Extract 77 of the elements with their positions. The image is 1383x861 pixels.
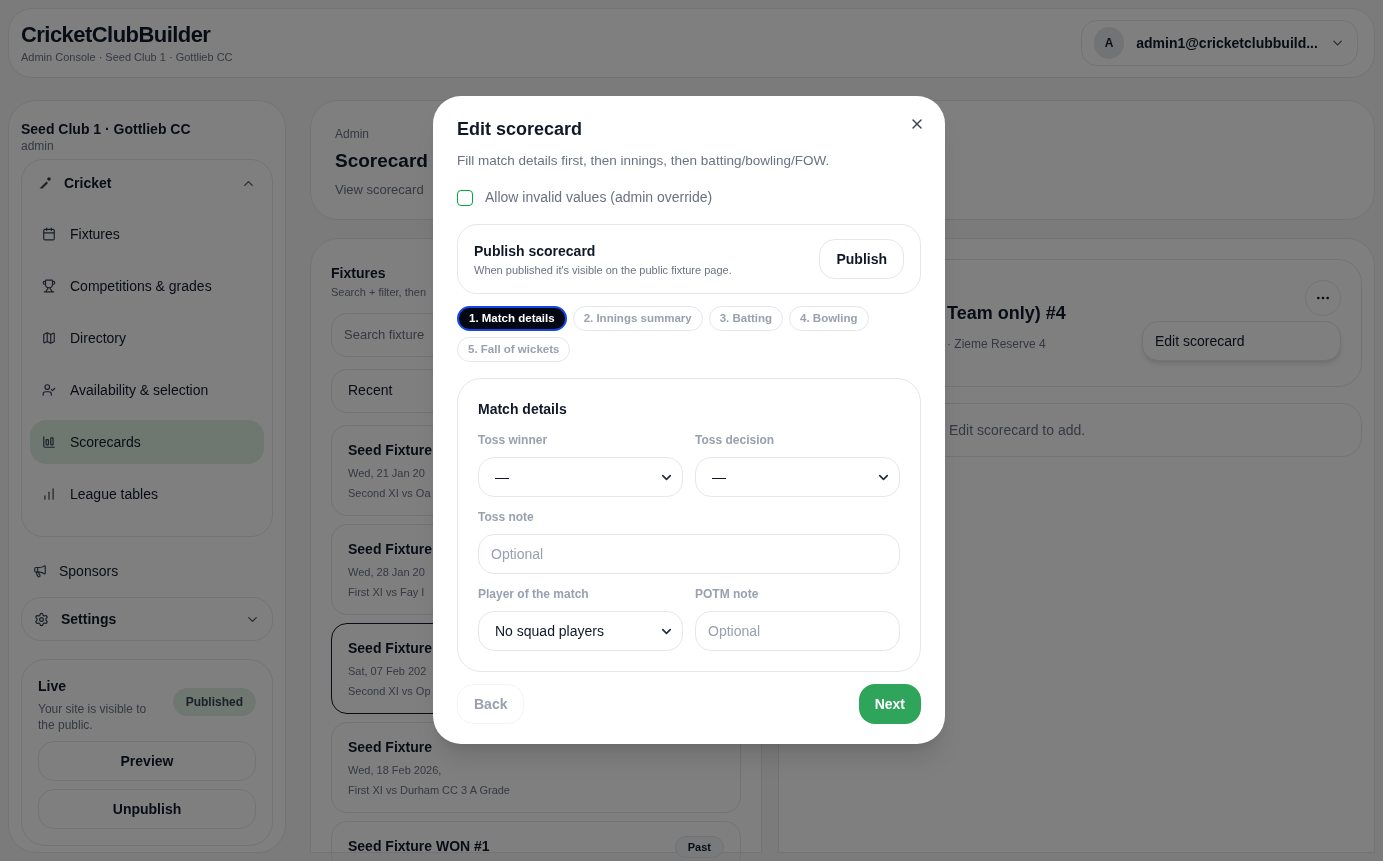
select-field[interactable]: — [478, 457, 683, 498]
role-label: admin [21, 138, 55, 155]
fixture-teams: Second XI vs Op [348, 683, 431, 699]
app-subtitle: Admin Console · Seed Club 1 · Gottlieb CC [21, 49, 233, 65]
fixture-title: Seed Fixture WON #1 [348, 837, 490, 857]
next-button[interactable]: Next [858, 684, 921, 725]
field-label: Toss decision [695, 432, 775, 450]
fixture-date: Wed, 28 Jan 20 [348, 564, 425, 580]
nav-item[interactable]: Sponsors [21, 549, 273, 593]
fixture-heading: Team only) #4 [947, 302, 1066, 325]
page-title: Scorecard [335, 149, 428, 173]
fixture-teams: First XI vs Fay I [348, 584, 425, 600]
page-eyebrow: Admin [335, 126, 369, 143]
fixture-teams: First XI vs Durham CC 3 A Grade [348, 782, 510, 798]
nav-item[interactable]: Competitions & grades [30, 264, 264, 308]
fixture-title: Seed Fixture [348, 539, 433, 559]
trophy-icon [42, 279, 56, 293]
fixture-date: Wed, 18 Feb 2026, [348, 762, 442, 778]
live-title: Live [38, 677, 67, 696]
step-tab[interactable]: 5. Fall of wickets [457, 337, 571, 363]
field-label: POTM note [695, 586, 759, 604]
step-tab[interactable]: 1. Match details [457, 306, 567, 332]
fixture-title: Seed Fixture [348, 440, 433, 460]
input-field[interactable]: Optional [478, 534, 900, 575]
user-email: admin1@cricketclubbuild... [1136, 33, 1318, 53]
megaphone-icon [33, 564, 47, 578]
nav-item[interactable]: Scorecards [30, 420, 264, 464]
field-label: Player of the match [478, 586, 589, 604]
settings-icon [34, 611, 49, 627]
bar-chart-icon [42, 487, 56, 501]
status-badge: Past [674, 835, 724, 858]
fixture-title: Seed Fixture [348, 638, 433, 658]
nav-item[interactable]: League tables [30, 472, 264, 516]
app-title: CricketClubBuilder [21, 20, 212, 49]
fixture-card[interactable]: Seed Fixture WON #1 Past [331, 820, 741, 861]
step-tab[interactable]: 2. Innings summary [572, 306, 703, 332]
input-field[interactable]: Optional [695, 611, 900, 652]
nav-group-header[interactable]: Cricket [30, 168, 264, 198]
club-name: Seed Club 1 · Gottlieb CC [21, 121, 192, 137]
fixture-date: Sat, 07 Feb 202 [348, 663, 427, 679]
modal-title: Edit scorecard [457, 118, 583, 141]
calendar-icon [42, 227, 56, 241]
sidebar-button[interactable]: Unpublish [38, 789, 256, 829]
publish-text: When published it's visible on the public fixture page. [474, 262, 732, 278]
map-icon [42, 331, 56, 345]
nav-item[interactable]: Directory [30, 316, 264, 360]
user-menu[interactable]: A admin1@cricketclubbuild... [1081, 20, 1358, 66]
dropdown-item[interactable]: Edit scorecard [1142, 321, 1341, 361]
panel-subtitle: Search + filter, then [331, 285, 427, 300]
panel-title: Fixtures [331, 264, 386, 283]
step-tab[interactable]: 3. Batting [708, 306, 784, 332]
select-field[interactable]: — [695, 457, 900, 498]
checkbox[interactable] [457, 189, 473, 206]
sidebar-button[interactable]: Preview [38, 741, 256, 781]
publish-button[interactable]: Publish [819, 239, 904, 280]
nav-item[interactable]: Fixtures [30, 212, 264, 256]
nav-group-header[interactable]: Settings [21, 597, 273, 641]
checkbox-label: Allow invalid values (admin override) [485, 188, 713, 208]
page-subtitle: View scorecard [335, 180, 424, 199]
field-label: Toss note [478, 509, 534, 527]
section-title: Match details [478, 400, 567, 420]
avatar: A [1094, 27, 1125, 59]
publish-title: Publish scorecard [474, 241, 596, 261]
chart-icon [42, 435, 56, 449]
fixture-teams: Second XI vs Oa [348, 485, 431, 501]
step-tab[interactable]: 4. Bowling [789, 306, 869, 332]
fixture-date: Wed, 21 Jan 20 [348, 465, 425, 481]
user-check-icon [42, 383, 56, 397]
select-field[interactable]: No squad players [478, 611, 683, 652]
live-text: Your site is visible to the public. [38, 701, 148, 733]
fixture-title: Seed Fixture [348, 737, 433, 757]
status-badge: Published [172, 688, 256, 716]
fixture-meta: · Zieme Reserve 4 [947, 336, 1047, 353]
field-label: Toss winner [478, 432, 548, 450]
nav-item[interactable]: Availability & selection [30, 368, 264, 412]
cricket-bat-icon [38, 176, 52, 190]
modal-description: Fill match details first, then innings, then batting/bowling/FOW. [457, 152, 830, 170]
